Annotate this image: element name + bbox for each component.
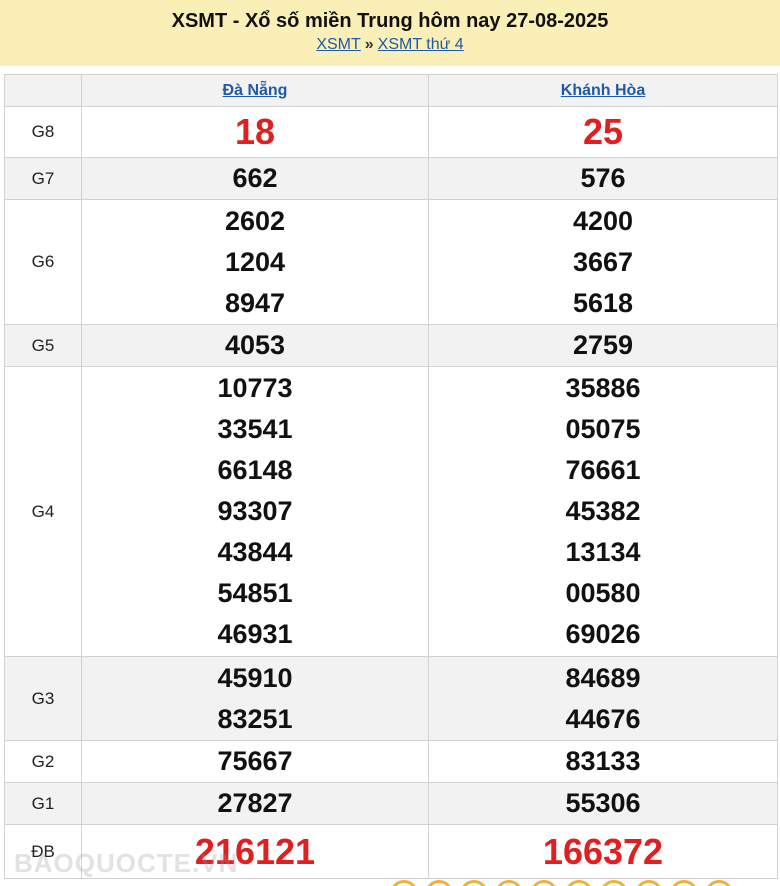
g6-col1: 2602 1204 8947 (81, 199, 429, 325)
db-col1: 216121 (81, 824, 429, 879)
prize-number: 10773 (217, 373, 293, 403)
prize-number: 3667 (572, 246, 634, 277)
ball-icon (565, 880, 593, 886)
prize-number: 2602 (224, 205, 286, 236)
breadcrumb: XSMT» XSMT thứ 4 (0, 35, 780, 55)
lottery-balls-strip (390, 880, 780, 886)
page-title: XSMT - Xổ số miền Trung hôm nay 27-08-20… (171, 10, 609, 32)
prize-number: 33541 (217, 414, 293, 444)
prize-label: G2 (4, 740, 82, 783)
g5-col2: 2759 (428, 324, 778, 367)
prize-label: G6 (4, 199, 82, 325)
ball-icon (495, 880, 523, 886)
ball-icon (425, 880, 453, 886)
row-g3: G3 45910 83251 84689 44676 (4, 656, 778, 741)
prize-number: 27827 (217, 788, 293, 818)
prize-number: 4200 (572, 205, 634, 236)
header-prize-cell (4, 74, 82, 107)
prize-number: 576 (580, 163, 626, 193)
prize-number: 93307 (217, 496, 293, 526)
prize-number: 1204 (224, 246, 286, 277)
g3-col1: 45910 83251 (81, 656, 429, 741)
prize-number: 18 (234, 111, 276, 152)
prize-number: 83133 (565, 746, 641, 776)
prize-label: ĐB (4, 824, 82, 879)
prize-label: G8 (4, 106, 82, 158)
ball-icon (600, 880, 628, 886)
prize-label: G3 (4, 656, 82, 741)
prize-number: 45382 (565, 496, 641, 526)
prize-number: 66148 (217, 455, 293, 485)
province-link-da-nang[interactable]: Đà Nẵng (223, 82, 288, 99)
db-col2: 166372 (428, 824, 778, 879)
prize-number: 4053 (224, 330, 286, 360)
breadcrumb-link-xsmt[interactable]: XSMT (316, 36, 360, 53)
prize-number: 76661 (565, 455, 641, 485)
table-header-row: Đà Nẵng Khánh Hòa (4, 74, 778, 107)
ball-icon (705, 880, 733, 886)
prize-number: 662 (232, 163, 278, 193)
header-province-2: Khánh Hòa (428, 74, 778, 107)
breadcrumb-link-xsmt-thu-4[interactable]: XSMT thứ 4 (378, 36, 464, 53)
ball-icon (530, 880, 558, 886)
row-g5: G5 4053 2759 (4, 324, 778, 367)
row-g2: G2 75667 83133 (4, 740, 778, 783)
page-header: XSMT - Xổ số miền Trung hôm nay 27-08-20… (0, 0, 780, 66)
row-special: ĐB 216121 166372 (4, 824, 778, 879)
ball-icon (635, 880, 663, 886)
prize-number: 54851 (217, 578, 293, 608)
prize-number: 83251 (217, 703, 293, 734)
g7-col2: 576 (428, 157, 778, 200)
prize-label: G1 (4, 782, 82, 825)
prize-number: 25 (582, 111, 624, 152)
prize-number: 84689 (565, 662, 641, 693)
prize-number: 69026 (565, 619, 641, 649)
prize-number: 13134 (565, 537, 641, 567)
prize-number: 46931 (217, 619, 293, 649)
g1-col1: 27827 (81, 782, 429, 825)
results-table: Đà Nẵng Khánh Hòa G8 18 25 G7 662 576 G6… (4, 74, 778, 879)
breadcrumb-separator: » (364, 36, 374, 53)
ball-icon (460, 880, 488, 886)
prize-number: 35886 (565, 373, 641, 403)
row-g7: G7 662 576 (4, 157, 778, 200)
g3-col2: 84689 44676 (428, 656, 778, 741)
prize-number: 44676 (565, 703, 641, 734)
g8-col2: 25 (428, 106, 778, 158)
row-g6: G6 2602 1204 8947 4200 3667 5618 (4, 199, 778, 325)
province-link-khanh-hoa[interactable]: Khánh Hòa (561, 82, 645, 99)
g4-col1: 10773 33541 66148 93307 43844 54851 4693… (81, 366, 429, 657)
row-g4: G4 10773 33541 66148 93307 43844 54851 4… (4, 366, 778, 657)
prize-number: 00580 (565, 578, 641, 608)
prize-label: G4 (4, 366, 82, 657)
prize-number: 75667 (217, 746, 293, 776)
g7-col1: 662 (81, 157, 429, 200)
g2-col1: 75667 (81, 740, 429, 783)
g2-col2: 83133 (428, 740, 778, 783)
header-province-1: Đà Nẵng (81, 74, 429, 107)
g4-col2: 35886 05075 76661 45382 13134 00580 6902… (428, 366, 778, 657)
prize-number: 5618 (572, 287, 634, 318)
prize-number: 2759 (572, 330, 634, 360)
special-prize-number: 166372 (542, 830, 664, 872)
ball-icon (390, 880, 418, 886)
prize-number: 55306 (565, 788, 641, 818)
ball-icon (670, 880, 698, 886)
prize-number: 45910 (217, 662, 293, 693)
prize-number: 43844 (217, 537, 293, 567)
special-prize-number: 216121 (194, 830, 316, 872)
prize-number: 8947 (224, 287, 286, 318)
prize-number: 05075 (565, 414, 641, 444)
prize-label: G5 (4, 324, 82, 367)
row-g1: G1 27827 55306 (4, 782, 778, 825)
g8-col1: 18 (81, 106, 429, 158)
row-g8: G8 18 25 (4, 106, 778, 158)
prize-label: G7 (4, 157, 82, 200)
g5-col1: 4053 (81, 324, 429, 367)
g1-col2: 55306 (428, 782, 778, 825)
g6-col2: 4200 3667 5618 (428, 199, 778, 325)
